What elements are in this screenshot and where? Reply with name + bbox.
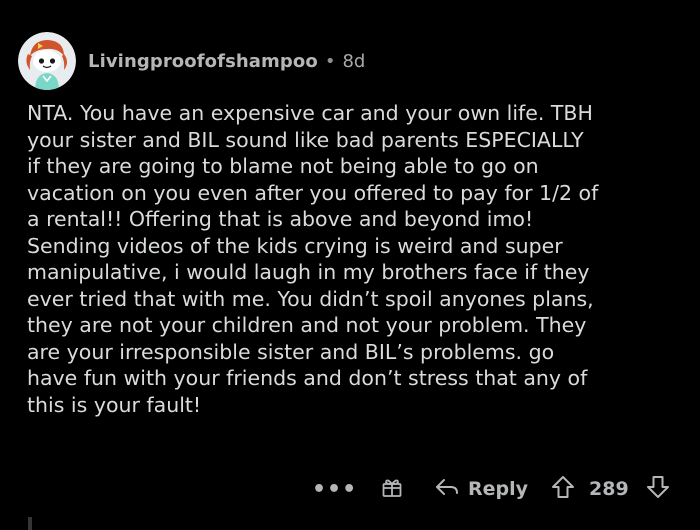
comment-text-line: a rental!! Offering that is above and be… [27,207,534,231]
downvote-arrow-icon [645,474,671,505]
comment-text-line: if they are going to blame not being abl… [27,154,539,178]
comment-meta: Livingproofofshampoo • 8d [88,51,365,72]
vote-score: 289 [589,478,629,500]
comment-header: Livingproofofshampoo • 8d [18,30,365,92]
reply-arrow-icon [434,476,460,503]
award-button[interactable] [380,472,404,506]
comment-action-bar: ••• Reply 289 [0,472,700,506]
upvote-button[interactable] [550,472,576,506]
gift-award-icon [380,475,404,504]
reply-label: Reply [468,478,529,500]
reply-button[interactable]: Reply [434,472,528,506]
downvote-button[interactable] [645,472,671,506]
comment-text-line: your sister and BIL sound like bad paren… [27,127,584,152]
comment-text-line: vacation on you even after you offered t… [27,180,599,205]
comment-text-line: ever tried that with me. You didn’t spoi… [27,286,594,311]
username-link[interactable]: Livingproofofshampoo [88,51,318,72]
thread-line [28,517,32,530]
more-options-button[interactable]: ••• [312,472,357,506]
comment-text-line: this is your fault! [27,392,202,417]
comment-text-line: have fun with your friends and don’t str… [27,366,588,390]
comment-text-line: they are not your children and not your … [27,313,587,337]
comment-age: 8d [342,50,366,72]
comment-text-line: Sending videos of the kids crying is wei… [27,233,563,258]
upvote-arrow-icon [550,474,576,505]
comment-text-line: manipulative, i would laugh in my brothe… [27,260,590,284]
user-avatar-icon[interactable] [18,32,76,90]
comment-text-line: are your irresponsible sister and BIL’s … [27,339,555,364]
comment-body: NTA. You have an expensive car and your … [27,100,695,418]
more-options-icon: ••• [312,476,358,502]
comment-text-line: NTA. You have an expensive car and your … [27,101,593,125]
meta-separator: • [324,50,336,72]
